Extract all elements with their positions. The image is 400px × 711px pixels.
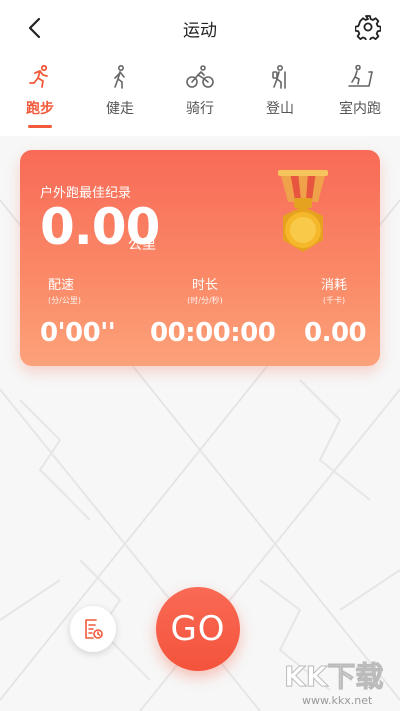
duration-stat: 时长 (时/分/秒) 00:00:00: [150, 274, 276, 348]
pace-value: 0'00'': [40, 318, 116, 348]
record-list-icon: [85, 619, 103, 639]
active-tab-indicator: [28, 125, 52, 128]
duration-label: 时长: [191, 278, 218, 293]
pace-unit: (分/公里): [48, 296, 81, 305]
page-title: 运动: [183, 21, 217, 41]
medal-icon: [278, 170, 328, 252]
tab-hiking[interactable]: 登山: [240, 56, 320, 136]
calories-unit: (千卡): [322, 296, 346, 305]
duration-unit: (时/分/秒): [187, 296, 223, 305]
history-record-button[interactable]: [70, 606, 116, 652]
sport-tabs: 跑步 健走 骑行 登山 室内跑: [0, 56, 400, 136]
running-icon: [29, 64, 48, 88]
hiking-icon: [272, 64, 286, 89]
settings-button[interactable]: [352, 11, 384, 43]
go-button[interactable]: GO: [156, 587, 240, 671]
tab-running[interactable]: 跑步: [0, 56, 80, 136]
tab-treadmill[interactable]: 室内跑: [320, 56, 400, 136]
tab-label: 登山: [266, 101, 294, 117]
site-watermark: KK下载 www.kkx.net: [284, 660, 384, 708]
pace-label: 配速: [48, 278, 75, 293]
calories-stat: 消耗 (千卡) 0.00: [304, 274, 367, 348]
best-distance-unit: 公里: [128, 237, 156, 253]
tab-label: 室内跑: [339, 101, 381, 117]
tab-label: 骑行: [186, 101, 214, 117]
calories-value: 0.00: [304, 318, 367, 348]
tab-label: 跑步: [26, 101, 54, 117]
tab-cycling[interactable]: 骑行: [160, 56, 240, 136]
app-header: 运动: [0, 0, 400, 56]
calories-label: 消耗: [320, 278, 347, 293]
duration-value: 00:00:00: [150, 318, 276, 348]
best-record-card: 户外跑最佳纪录 0.00 公里 配速 (分/公里) 0'00'' 时长 (时/分…: [20, 150, 380, 366]
watermark-text: KK下载: [284, 660, 383, 693]
tab-walking[interactable]: 健走: [80, 56, 160, 136]
tab-label: 健走: [106, 101, 134, 117]
gear-icon: [355, 15, 381, 40]
walking-icon: [114, 64, 125, 89]
treadmill-icon: [348, 64, 373, 87]
pace-stat: 配速 (分/公里) 0'00'': [36, 274, 126, 348]
watermark-url: www.kkx.net: [302, 694, 373, 707]
cycling-icon: [186, 65, 214, 88]
